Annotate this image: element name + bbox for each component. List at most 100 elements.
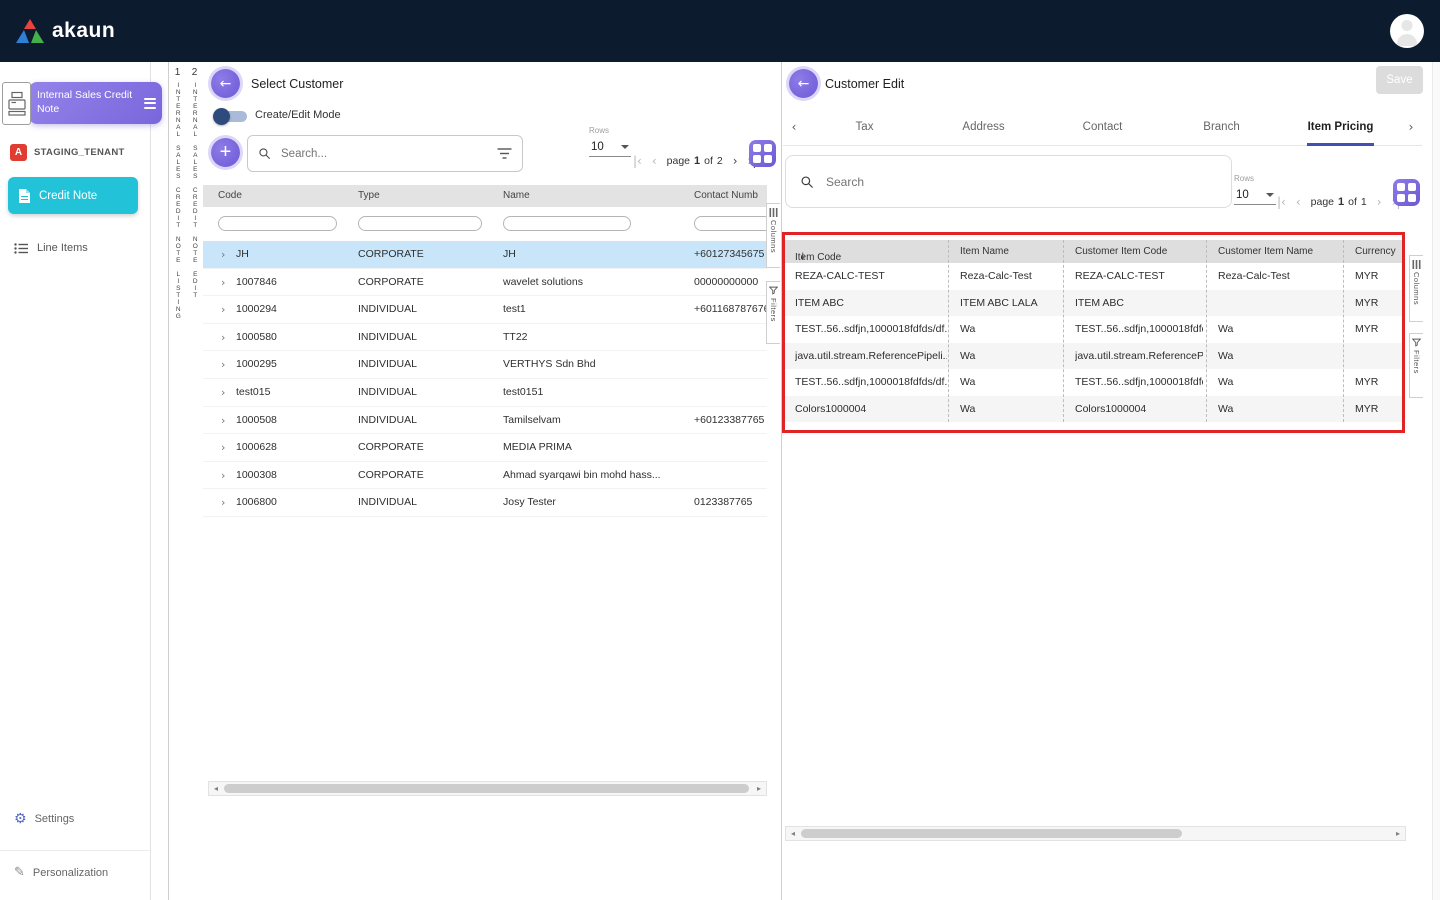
window-scrollbar[interactable] [1432, 62, 1440, 900]
cell-type: INDIVIDUAL [358, 386, 417, 398]
create-edit-mode-toggle[interactable] [213, 108, 249, 125]
horizontal-scrollbar[interactable]: ◂ ▸ [208, 781, 767, 796]
akaun-logo[interactable]: akaun [16, 19, 115, 43]
customer-edit-tabbar: ‹ Tax Address Contact Branch Item Pricin… [783, 108, 1422, 146]
column-header-name[interactable]: Name [503, 190, 530, 201]
filters-side-tab[interactable]: Filters [1409, 333, 1423, 398]
column-header-currency[interactable]: Currency [1355, 246, 1396, 257]
chevron-right-icon[interactable]: › [221, 386, 225, 399]
next-page-button[interactable]: › [1377, 195, 1382, 209]
customer-row[interactable]: ›1006800INDIVIDUALJosy Tester0123387765 [203, 489, 767, 517]
next-page-button[interactable]: › [733, 154, 738, 168]
chevron-right-icon[interactable]: › [221, 496, 225, 509]
column-header-item-name[interactable]: Item Name [960, 246, 1009, 257]
filters-side-tab[interactable]: Filters [766, 281, 780, 344]
customer-row[interactable]: ›1000508INDIVIDUALTamilselvam+6012338776… [203, 407, 767, 435]
tabs-scroll-right[interactable]: › [1400, 120, 1422, 134]
sort-descending-icon[interactable]: ↓ [799, 252, 807, 262]
cell-item-code: TEST..56..sdfjn,1000018fdfds/df... [795, 323, 947, 335]
tab-address[interactable]: Address [924, 108, 1043, 145]
customer-row[interactable]: ›1000308CORPORATEAhmad syarqawi bin mohd… [203, 462, 767, 490]
filters-tab-label: Filters [1412, 350, 1421, 374]
columns-side-tab[interactable]: Columns [766, 203, 780, 268]
column-header-type[interactable]: Type [358, 190, 380, 201]
chevron-right-icon[interactable]: › [221, 358, 225, 371]
prev-page-button[interactable]: ‹ [1296, 195, 1301, 209]
tab-tax[interactable]: Tax [805, 108, 924, 145]
item-pricing-row[interactable]: Colors1000004WaColors1000004WaMYR [783, 396, 1405, 423]
toggle-thumb[interactable] [213, 108, 230, 125]
item-pricing-search-input[interactable] [824, 174, 1217, 190]
customer-row[interactable]: ›JHCORPORATEJH+60127345675 [203, 241, 767, 269]
column-header-customer-item-name[interactable]: Customer Item Name [1218, 246, 1313, 257]
item-pricing-row[interactable]: ITEM ABCITEM ABC LALAITEM ABCMYR [783, 290, 1405, 317]
item-pricing-row[interactable]: TEST..56..sdfjn,1000018fdfds/df...WaTEST… [783, 369, 1405, 396]
customer-search-input[interactable] [279, 147, 489, 161]
tab-contact[interactable]: Contact [1043, 108, 1162, 145]
tabs-scroll-left[interactable]: ‹ [783, 120, 805, 134]
item-pricing-search-box[interactable] [785, 155, 1232, 208]
cell-item-code: Colors1000004 [795, 403, 947, 415]
filter-list-icon[interactable] [497, 148, 512, 159]
first-page-button[interactable]: |‹ [1277, 195, 1286, 209]
customer-row[interactable]: ›1007846CORPORATEwavelet solutions000000… [203, 269, 767, 297]
prev-page-button[interactable]: ‹ [652, 154, 657, 168]
column-header-code[interactable]: Code [218, 190, 242, 201]
item-pricing-row[interactable]: REZA-CALC-TESTReza-Calc-TestREZA-CALC-TE… [783, 263, 1405, 290]
sidebar-tenant[interactable]: A STAGING_TENANT [10, 144, 125, 161]
scrollbar-thumb[interactable] [224, 784, 749, 793]
panel-title-customer-edit: Customer Edit [825, 77, 904, 91]
scroll-right-arrow[interactable]: ▸ [1391, 829, 1405, 838]
customer-row[interactable]: ›test015INDIVIDUALtest0151 [203, 379, 767, 407]
back-button[interactable]: ← [789, 69, 818, 98]
vertical-tab-edit[interactable]: 2 INTERNAL SALES CREDIT NOTE EDIT [186, 62, 204, 900]
tab-item-pricing[interactable]: Item Pricing [1281, 108, 1400, 145]
grid-view-button[interactable] [749, 140, 776, 167]
sidebar-item-personalization[interactable]: ✎ Personalization [14, 866, 108, 879]
item-pricing-row[interactable]: TEST..56..sdfjn,1000018fdfds/df...WaTEST… [783, 316, 1405, 343]
user-avatar[interactable] [1390, 14, 1424, 48]
chevron-right-icon[interactable]: › [221, 414, 225, 427]
filter-input-name[interactable] [503, 216, 631, 231]
chevron-right-icon[interactable]: › [221, 441, 225, 454]
page-word: page [1311, 196, 1334, 208]
filter-input-type[interactable] [358, 216, 482, 231]
tab-branch[interactable]: Branch [1162, 108, 1281, 145]
chevron-right-icon[interactable]: › [221, 276, 225, 289]
rows-per-page-select[interactable]: 10 [1234, 187, 1276, 205]
back-button[interactable]: ← [211, 69, 240, 98]
customer-search-box[interactable] [247, 135, 523, 172]
item-pricing-row[interactable]: java.util.stream.ReferencePipeli...Wajav… [783, 343, 1405, 370]
horizontal-scrollbar[interactable]: ◂ ▸ [785, 826, 1406, 841]
grid-view-button[interactable] [1393, 179, 1420, 206]
rows-per-page-select[interactable]: 10 [589, 139, 631, 157]
sidebar-item-credit-note[interactable]: Credit Note [8, 177, 138, 214]
customer-row[interactable]: ›1000295INDIVIDUALVERTHYS Sdn Bhd [203, 351, 767, 379]
sidebar-module-internal-sales-credit-note[interactable]: Internal Sales Credit Note [29, 82, 162, 124]
customer-row[interactable]: ›1000580INDIVIDUALTT22 [203, 324, 767, 352]
scroll-right-arrow[interactable]: ▸ [752, 784, 766, 793]
chevron-right-icon[interactable]: › [221, 248, 225, 261]
filter-input-contact[interactable] [694, 216, 767, 231]
cell-contact: +60123387765 [694, 414, 764, 426]
credit-note-label: Credit Note [39, 190, 97, 202]
first-page-button[interactable]: |‹ [633, 154, 642, 168]
chevron-right-icon[interactable]: › [221, 331, 225, 344]
menu-icon[interactable] [144, 98, 156, 109]
vertical-tab-listing[interactable]: 1 INTERNAL SALES CREDIT NOTE LISTING [168, 62, 187, 900]
customer-row[interactable]: ›1000628CORPORATEMEDIA PRIMA [203, 434, 767, 462]
column-header-customer-item-code[interactable]: Customer Item Code [1075, 246, 1167, 257]
sidebar-item-line-items[interactable]: Line Items [14, 242, 88, 254]
chevron-right-icon[interactable]: › [221, 469, 225, 482]
add-customer-button[interactable]: + [211, 138, 240, 167]
columns-side-tab[interactable]: Columns [1409, 255, 1423, 322]
save-button[interactable]: Save [1376, 66, 1423, 94]
scrollbar-thumb[interactable] [801, 829, 1182, 838]
customer-row[interactable]: ›1000294INDIVIDUALtest1+60116878767670 [203, 296, 767, 324]
chevron-right-icon[interactable]: › [221, 303, 225, 316]
column-header-contact[interactable]: Contact Numb [694, 190, 758, 201]
scroll-left-arrow[interactable]: ◂ [209, 784, 223, 793]
filter-input-code[interactable] [218, 216, 337, 231]
scroll-left-arrow[interactable]: ◂ [786, 829, 800, 838]
sidebar-item-settings[interactable]: ⚙ Settings [14, 812, 74, 826]
